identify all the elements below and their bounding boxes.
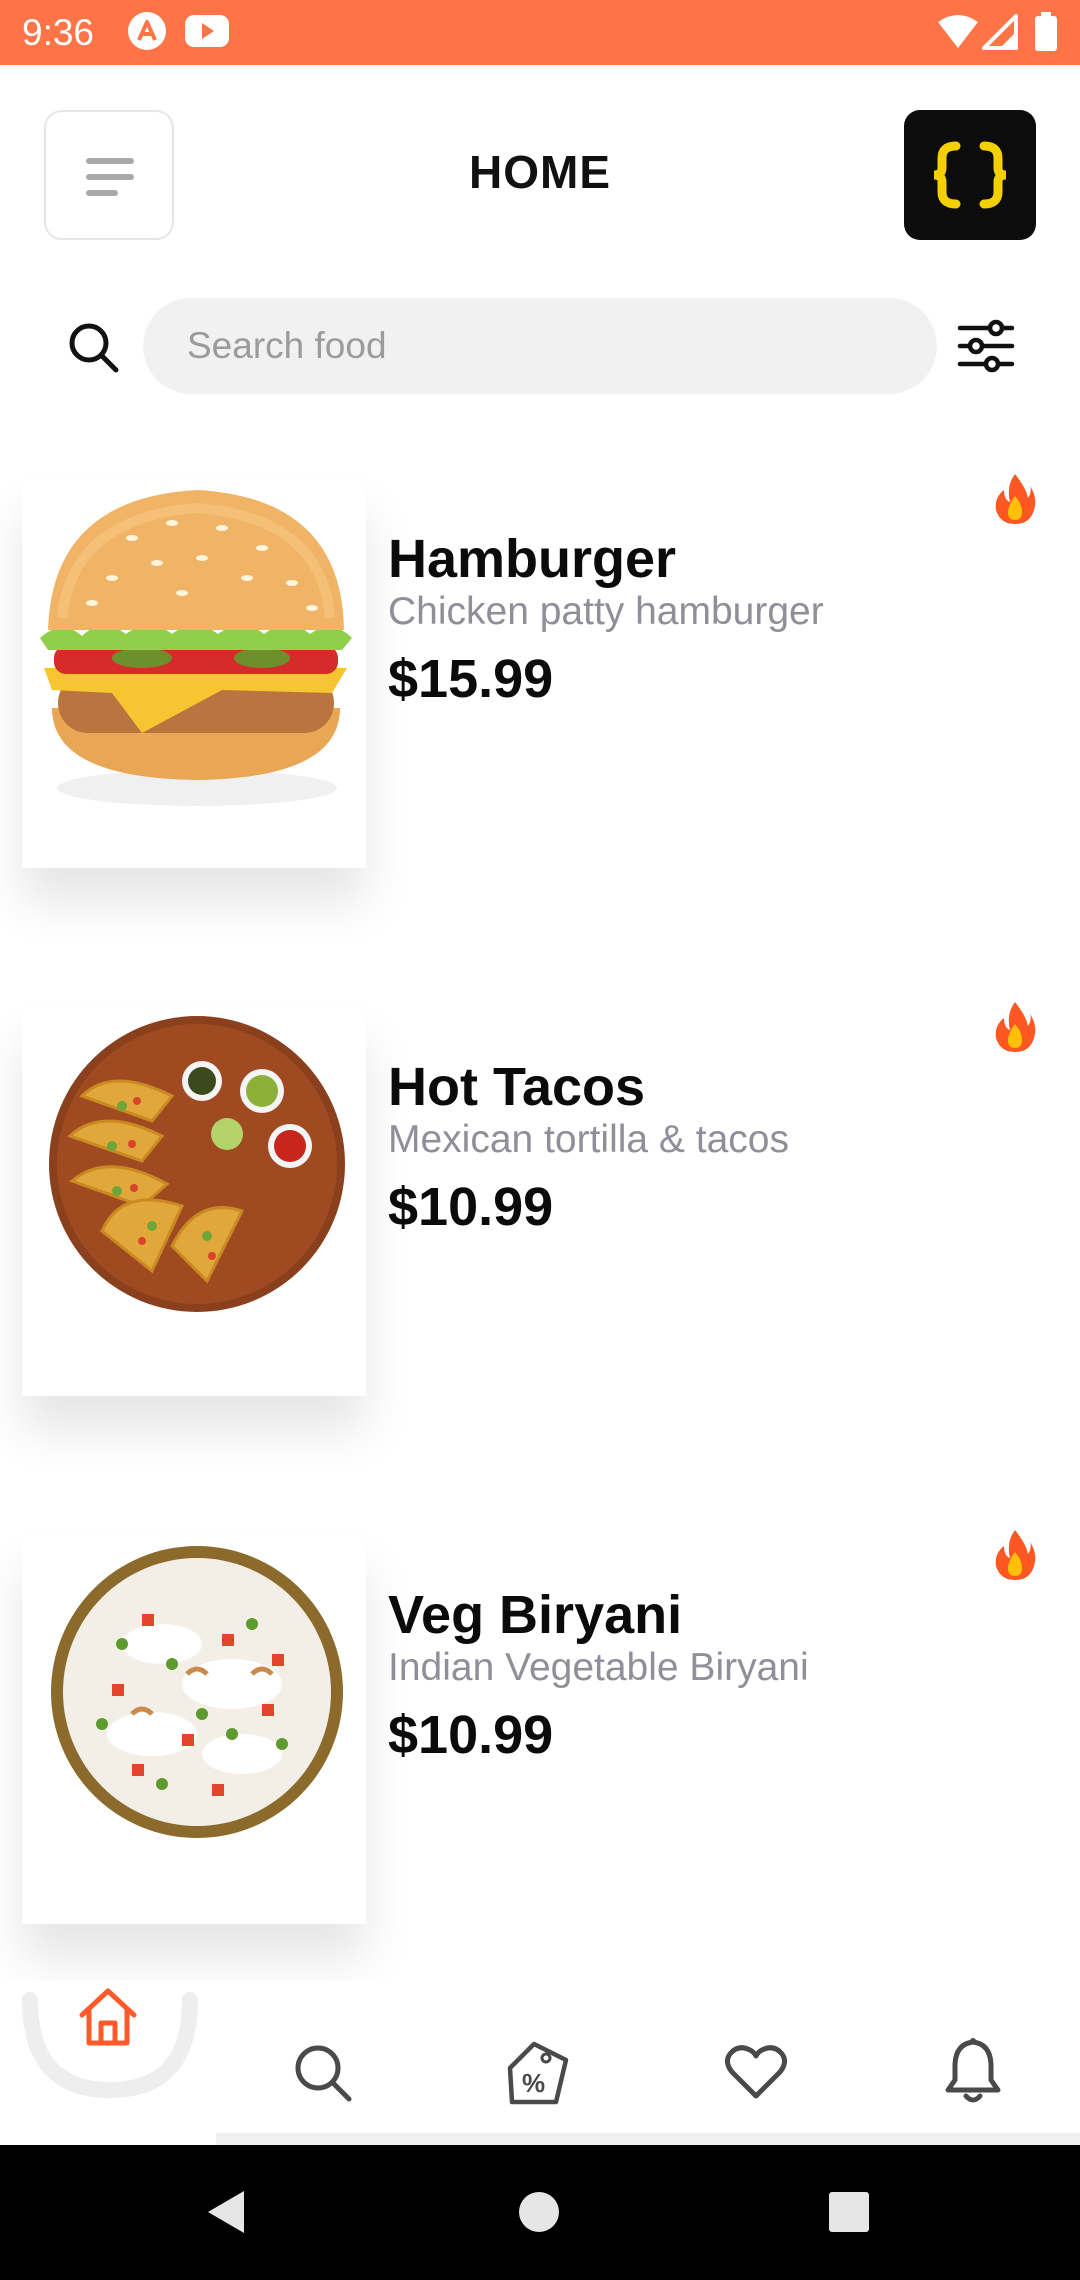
heart-icon[interactable]	[724, 2042, 788, 2102]
search-input[interactable]	[143, 298, 937, 394]
filter-sliders-icon[interactable]	[956, 318, 1016, 374]
battery-icon	[1035, 12, 1057, 51]
food-price: $15.99	[388, 649, 554, 709]
food-description: Mexican tortilla & tacos	[388, 1118, 789, 1161]
status-bar: 9:36	[0, 0, 1080, 65]
fire-icon	[995, 1530, 1036, 1580]
svg-text:%: %	[522, 2068, 545, 2098]
food-image-tacos	[22, 1006, 366, 1396]
fire-icon	[995, 1002, 1036, 1052]
back-icon[interactable]	[204, 2189, 248, 2235]
food-item-hamburger[interactable]: Hamburger Chicken patty hamburger $15.99	[0, 474, 1080, 908]
app-a-icon	[128, 12, 166, 50]
system-navigation-bar	[0, 2145, 1080, 2280]
food-image-hamburger	[22, 478, 366, 868]
food-name: Hot Tacos	[388, 1057, 646, 1117]
code-button[interactable]	[904, 110, 1036, 240]
food-image-biryani	[22, 1534, 366, 1924]
food-description: Indian Vegetable Biryani	[388, 1646, 809, 1689]
status-time: 9:36	[22, 12, 95, 53]
search-icon[interactable]	[66, 320, 122, 376]
nav-search-icon[interactable]	[292, 2042, 354, 2104]
food-name: Hamburger	[388, 529, 677, 589]
food-price: $10.99	[388, 1177, 554, 1237]
wifi-icon	[938, 15, 978, 48]
discount-tag-icon[interactable]: %	[504, 2040, 572, 2108]
code-braces-icon	[933, 141, 1007, 209]
bell-icon[interactable]	[942, 2036, 1004, 2106]
food-price: $10.99	[388, 1705, 554, 1765]
food-item-hot-tacos[interactable]: Hot Tacos Mexican tortilla & tacos $10.9…	[0, 1002, 1080, 1436]
food-item-veg-biryani[interactable]: Veg Biryani Indian Vegetable Biryani $10…	[0, 1530, 1080, 1964]
food-description: Chicken patty hamburger	[388, 590, 824, 633]
nav-divider	[216, 2133, 1080, 2145]
cell-signal-icon	[982, 14, 1018, 50]
recents-icon[interactable]	[828, 2191, 870, 2233]
home-icon[interactable]	[76, 1985, 140, 2049]
fire-icon	[995, 474, 1036, 524]
youtube-icon	[185, 15, 229, 47]
home-circle-icon[interactable]	[518, 2191, 560, 2233]
food-name: Veg Biryani	[388, 1585, 683, 1645]
